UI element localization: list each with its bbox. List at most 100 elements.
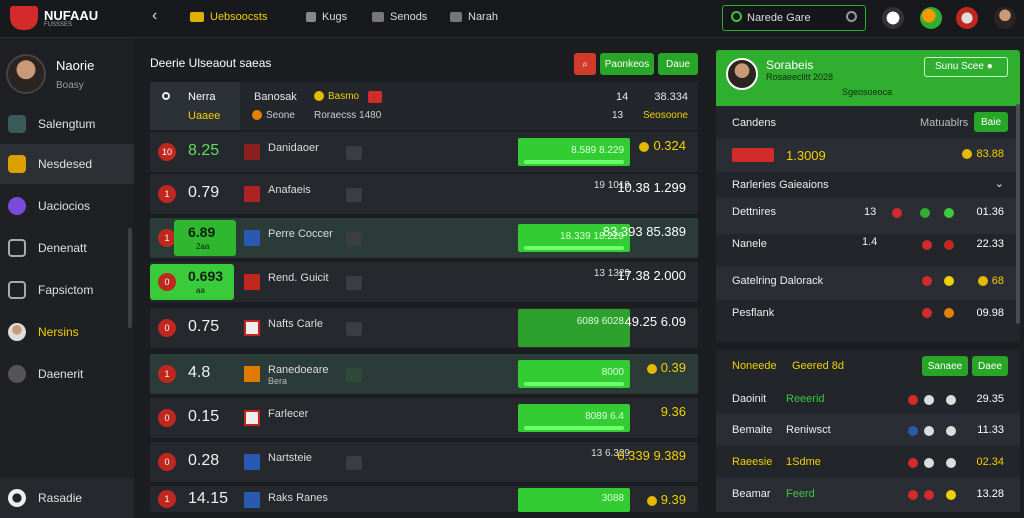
row-value[interactable]: 0.324 — [639, 138, 686, 153]
bottom-button-2[interactable]: Daee — [972, 356, 1008, 376]
table-row[interactable]: 0 0.15 Farlecer 8089 6.4 9.36 — [150, 398, 698, 438]
row-value[interactable]: 9.39 — [646, 492, 686, 507]
odds-bar[interactable]: 8.589 8.229 — [518, 138, 630, 166]
date-button[interactable]: Daue — [658, 53, 698, 75]
row-value[interactable]: 0.339 9.389 — [617, 448, 686, 463]
row-team[interactable]: Nartsteie — [268, 452, 312, 464]
row-odd[interactable]: 8.25 — [188, 142, 219, 160]
user-pill-button[interactable]: Sunu Scee ● — [924, 57, 1008, 77]
sidebar-item-3[interactable]: Uaciocios — [0, 186, 134, 226]
list-item-label[interactable]: Pesflank — [732, 307, 774, 319]
sidebar-item-7[interactable]: Daenerit — [0, 354, 134, 394]
row-odd[interactable]: 0.28 — [188, 452, 219, 470]
row-value[interactable]: 9.36 — [661, 404, 686, 419]
table-row[interactable]: 1 0.79 Anafaeis 19 1019 10.38 1.299 — [150, 174, 698, 214]
player-icon — [8, 323, 26, 341]
sidebar-scrollbar[interactable] — [128, 228, 132, 328]
bottom-row-label[interactable]: Bemaite — [732, 424, 772, 436]
row-odd-box[interactable]: 6.89 2aa — [174, 220, 236, 256]
row-value[interactable]: 49.25 6.09 — [625, 314, 686, 329]
table-row[interactable]: 1 14.15 Raks Ranes 3088 9.39 — [150, 486, 698, 512]
bottom-row-label[interactable]: Raeesie — [732, 456, 772, 468]
sidebar-item-6[interactable]: Nersins — [0, 312, 134, 352]
row-team[interactable]: Perre Coccer — [268, 228, 333, 240]
row-team[interactable]: Nafts Carle — [268, 318, 323, 330]
table-row[interactable]: 0 0.75 Nafts Carle 6089 6028 49.25 6.09 — [150, 308, 698, 348]
profile-subtitle: Boasy — [56, 80, 84, 91]
row-odd[interactable]: 0.79 — [188, 184, 219, 202]
list-item-label[interactable]: Nanele — [732, 238, 767, 250]
header-mid-top: 14 — [616, 91, 629, 103]
row-team[interactable]: Anafaeis — [268, 184, 311, 196]
sidebar-item-4[interactable]: Denenatt — [0, 228, 134, 268]
back-arrow-icon[interactable]: ‹ — [152, 7, 157, 25]
sidebar-item-2[interactable]: Nesdesed — [0, 144, 134, 184]
odds-bar[interactable]: 8000 — [518, 360, 630, 388]
stats-icon[interactable] — [346, 322, 362, 336]
row-odd[interactable]: 14.15 — [188, 490, 228, 508]
table-row[interactable]: 1 4.8 Ranedoeare Bera 8000 0.39 — [150, 354, 698, 394]
row-team[interactable]: Raks Ranes — [268, 492, 328, 504]
row-team[interactable]: Rend. Guicit — [268, 272, 329, 284]
table-row[interactable]: 0.693 aa 0 Rend. Guicit 13 1329 17.38 2.0… — [150, 262, 698, 302]
search-button[interactable]: ⌕ — [574, 53, 596, 75]
soccer-ball-icon[interactable] — [882, 7, 904, 29]
sidebar-item-1[interactable]: Salengtum — [0, 104, 134, 144]
coin-icon — [962, 149, 973, 160]
notification-icon[interactable] — [920, 7, 942, 29]
stats-icon[interactable] — [346, 232, 362, 246]
nav-item-3[interactable]: Senods — [372, 11, 427, 23]
search-input[interactable] — [747, 10, 843, 26]
row-team[interactable]: Danidaoer — [268, 142, 319, 154]
nav-item-2[interactable]: Kugs — [306, 11, 347, 23]
row-badge: 0 — [158, 409, 176, 427]
odds-bar[interactable]: 8089 6.4 — [518, 404, 630, 432]
user-avatar[interactable] — [726, 58, 758, 90]
row-value[interactable]: 17.38 2.000 — [617, 268, 686, 283]
alert-icon[interactable] — [956, 7, 978, 29]
search-submit-icon[interactable] — [846, 11, 857, 22]
profile-avatar[interactable] — [6, 54, 46, 94]
shield-logo-icon[interactable] — [10, 6, 38, 30]
sidebar-item-5[interactable]: Fapsictom — [0, 270, 134, 310]
table-row[interactable]: 10 8.25 Danidaoer 8.589 8.229 0.324 — [150, 132, 698, 172]
nav-item-4[interactable]: Narah — [450, 11, 498, 23]
chevron-down-icon[interactable]: ⌄ — [995, 177, 1004, 190]
flag-dot-icon — [944, 240, 954, 250]
stats-icon[interactable] — [346, 368, 362, 382]
stats-icon[interactable] — [346, 146, 362, 160]
brand-title: NUFAAU FUSSSES — [44, 8, 99, 28]
bottom-row-sub: 1Sdme — [786, 456, 821, 468]
sidebar-item-8[interactable]: Rasadie — [0, 478, 134, 518]
filter-button[interactable]: Paonkeos — [600, 53, 654, 75]
bottom-row-label[interactable]: Daoinit — [732, 393, 766, 405]
list-item-label[interactable]: Dettnires — [732, 206, 776, 218]
table-row[interactable]: 1 6.89 2aa Perre Coccer 18.339 18.229 83.… — [150, 218, 698, 258]
stats-icon[interactable] — [346, 188, 362, 202]
bottom-row-label[interactable]: Beamar — [732, 488, 771, 500]
odds-bar[interactable]: 6089 6028 — [518, 309, 630, 347]
user-subtitle-2: Sgeosoeoca — [842, 87, 893, 97]
row-value[interactable]: 0.39 — [646, 360, 686, 375]
row-odd[interactable]: 4.8 — [188, 364, 210, 382]
odds-bar[interactable]: 3088 — [518, 488, 630, 512]
list-item-label[interactable]: Gatelring Dalorack — [732, 275, 823, 287]
user-avatar[interactable] — [994, 7, 1016, 29]
bottom-row-value: 02.34 — [976, 456, 1004, 468]
row-value[interactable]: 83.393 85.389 — [603, 224, 686, 239]
header-team: Banosak — [254, 91, 297, 103]
row-team[interactable]: Ranedoeare — [268, 364, 329, 376]
row-team[interactable]: Farlecer — [268, 408, 308, 420]
highlight-row[interactable]: 1.3009 83.88 — [716, 138, 1020, 172]
row-value[interactable]: 10.38 1.299 — [617, 180, 686, 195]
bottom-button-1[interactable]: Sanaee — [922, 356, 968, 376]
stats-icon[interactable] — [346, 276, 362, 290]
right-panel-scrollbar[interactable] — [1016, 104, 1020, 324]
section-button[interactable]: Baie — [974, 112, 1008, 132]
table-row[interactable]: 0 0.28 Nartsteie 13 6.329 0.339 9.389 — [150, 442, 698, 482]
stats-icon[interactable] — [346, 456, 362, 470]
row-odd[interactable]: 0.75 — [188, 318, 219, 336]
nav-item-1[interactable]: Uebsoocsts — [190, 11, 267, 23]
search-box[interactable] — [722, 5, 866, 31]
row-odd[interactable]: 0.15 — [188, 408, 219, 426]
